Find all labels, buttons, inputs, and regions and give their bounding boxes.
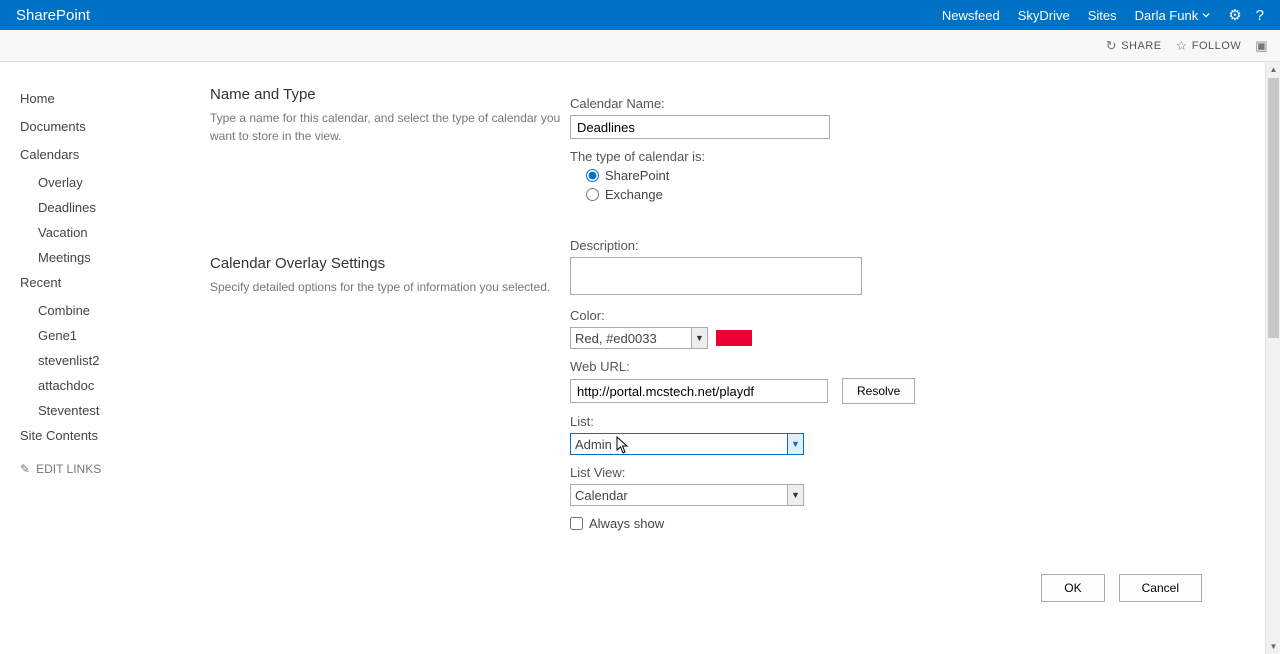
follow-label: FOLLOW <box>1192 40 1241 52</box>
form-fields: Calendar Name: The type of calendar is: … <box>570 86 1240 531</box>
section-overlay-title: Calendar Overlay Settings <box>210 255 570 272</box>
gear-icon[interactable]: ⚙ <box>1228 6 1241 24</box>
color-select-value: Red, #ed0033 <box>575 331 657 346</box>
ribbon-bar: ↻ SHARE ☆ FOLLOW ▣ <box>0 30 1280 62</box>
weburl-input[interactable] <box>570 379 828 403</box>
listview-select-value: Calendar <box>575 488 628 503</box>
always-show-checkbox[interactable]: Always show <box>570 516 1240 531</box>
ql-site-contents[interactable]: Site Contents <box>20 423 200 448</box>
listview-label: List View: <box>570 465 1240 480</box>
calendar-name-input[interactable] <box>570 115 830 139</box>
section-descriptions: Name and Type Type a name for this calen… <box>210 86 570 531</box>
chevron-down-icon <box>1202 11 1210 19</box>
always-show-label: Always show <box>589 516 664 531</box>
nav-sites[interactable]: Sites <box>1088 8 1117 23</box>
vertical-scrollbar[interactable]: ▲ ▼ <box>1265 62 1280 654</box>
share-button[interactable]: ↻ SHARE <box>1106 38 1162 54</box>
pencil-icon: ✎ <box>20 462 30 476</box>
brand-label: SharePoint <box>16 7 90 24</box>
focus-icon: ▣ <box>1255 38 1268 54</box>
chevron-down-icon: ▼ <box>787 434 803 454</box>
always-show-input[interactable] <box>570 517 583 530</box>
ql-cal-vacation[interactable]: Vacation <box>20 220 200 245</box>
weburl-label: Web URL: <box>570 359 1240 374</box>
share-label: SHARE <box>1121 40 1161 52</box>
ql-home[interactable]: Home <box>20 86 200 111</box>
color-label: Color: <box>570 308 1240 323</box>
ql-documents[interactable]: Documents <box>20 114 200 139</box>
edit-links-label: EDIT LINKS <box>36 462 101 476</box>
ql-recent-attachdoc[interactable]: attachdoc <box>20 373 200 398</box>
ql-recent-combine[interactable]: Combine <box>20 298 200 323</box>
cancel-button[interactable]: Cancel <box>1119 574 1202 602</box>
list-label: List: <box>570 414 1240 429</box>
list-select[interactable]: Admin ▼ <box>570 433 804 455</box>
radio-exchange-input[interactable] <box>586 188 599 201</box>
dialog-buttons: OK Cancel <box>1041 574 1202 602</box>
radio-exchange[interactable]: Exchange <box>586 187 1240 202</box>
ok-button[interactable]: OK <box>1041 574 1104 602</box>
edit-links-button[interactable]: ✎ EDIT LINKS <box>20 462 200 476</box>
share-icon: ↻ <box>1106 38 1117 54</box>
radio-exchange-label: Exchange <box>605 187 663 202</box>
page-body: Home Documents Calendars Overlay Deadlin… <box>0 62 1280 531</box>
chevron-down-icon: ▼ <box>691 328 707 348</box>
radio-sharepoint[interactable]: SharePoint <box>586 168 1240 183</box>
nav-newsfeed[interactable]: Newsfeed <box>942 8 1000 23</box>
ql-recent-stevenlist2[interactable]: stevenlist2 <box>20 348 200 373</box>
ql-calendars[interactable]: Calendars <box>20 142 200 167</box>
color-select[interactable]: Red, #ed0033 ▼ <box>570 327 708 349</box>
listview-select[interactable]: Calendar ▼ <box>570 484 804 506</box>
help-icon[interactable]: ? <box>1256 7 1264 24</box>
scroll-up-icon[interactable]: ▲ <box>1266 62 1280 77</box>
description-label: Description: <box>570 238 1240 253</box>
radio-sharepoint-input[interactable] <box>586 169 599 182</box>
ql-cal-meetings[interactable]: Meetings <box>20 245 200 270</box>
calendar-name-label: Calendar Name: <box>570 96 1240 111</box>
quick-launch: Home Documents Calendars Overlay Deadlin… <box>20 86 210 531</box>
radio-sharepoint-label: SharePoint <box>605 168 669 183</box>
main-content: Name and Type Type a name for this calen… <box>210 86 1280 531</box>
scroll-thumb[interactable] <box>1268 78 1279 338</box>
star-icon: ☆ <box>1176 38 1188 54</box>
list-select-value: Admin <box>575 437 612 452</box>
follow-button[interactable]: ☆ FOLLOW <box>1176 38 1242 54</box>
ql-recent-gene1[interactable]: Gene1 <box>20 323 200 348</box>
nav-skydrive[interactable]: SkyDrive <box>1018 8 1070 23</box>
chevron-down-icon: ▼ <box>787 485 803 505</box>
suite-right: Newsfeed SkyDrive Sites Darla Funk ⚙ ? <box>942 6 1264 24</box>
ql-recent-steventest[interactable]: Steventest <box>20 398 200 423</box>
user-menu[interactable]: Darla Funk <box>1135 8 1211 23</box>
scroll-down-icon[interactable]: ▼ <box>1266 639 1280 654</box>
section-name-type-desc: Type a name for this calendar, and selec… <box>210 109 570 145</box>
color-swatch <box>716 330 752 346</box>
focus-button[interactable]: ▣ <box>1255 38 1268 54</box>
section-overlay-desc: Specify detailed options for the type of… <box>210 278 570 296</box>
ql-recent[interactable]: Recent <box>20 270 200 295</box>
calendar-type-label: The type of calendar is: <box>570 149 1240 164</box>
section-name-type-title: Name and Type <box>210 86 570 103</box>
suite-bar: SharePoint Newsfeed SkyDrive Sites Darla… <box>0 0 1280 30</box>
ql-cal-deadlines[interactable]: Deadlines <box>20 195 200 220</box>
ql-cal-overlay[interactable]: Overlay <box>20 170 200 195</box>
user-name: Darla Funk <box>1135 8 1199 23</box>
description-input[interactable] <box>570 257 862 295</box>
resolve-button[interactable]: Resolve <box>842 378 915 404</box>
